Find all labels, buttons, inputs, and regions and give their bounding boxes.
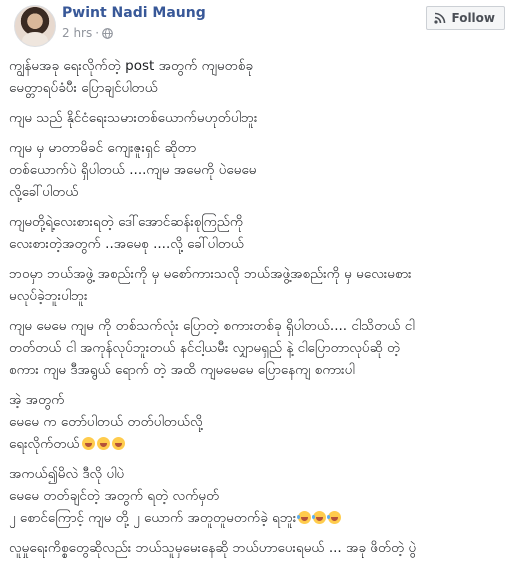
tongue-emoji-icon — [96, 437, 110, 450]
paragraph-text: ကျမ မှ မာတာမိခင် ကျေးဇူးရှင် ဆိုတာ တစ်ယေ… — [9, 140, 257, 200]
post-paragraph: လူမှုရေးကိစ္စတွေဆိုလည်း ဘယ်သူမှမေးနေဆို … — [9, 537, 507, 559]
rss-icon — [434, 12, 446, 24]
tongue-emoji-icon — [81, 437, 95, 450]
post-paragraph: အဲ့ အတွက် မေမေ က တော်ပါတယ် တတ်ပါတယ်လို့ … — [9, 389, 507, 455]
laugh-emoji-icon — [297, 511, 312, 524]
paragraph-text: ကျမတို့ရဲ့လေးစားရတဲ့ ဒေါ်အောင်ဆန်းစုကြည်… — [9, 214, 244, 252]
follow-button[interactable]: Follow — [426, 6, 505, 30]
post-paragraph: ကျမ သည် နိုင်ငံရေးသမားတစ်ယောက်မဟုတ်ပါဘူး — [9, 107, 507, 129]
globe-icon — [102, 27, 113, 39]
post-paragraph: ကျွန်မအခု ရေးလိုက်တဲ့ post အတွက် ကျမတစ်ခ… — [9, 55, 507, 99]
avatar-shoulders — [22, 32, 48, 46]
author-name[interactable]: Pwint Nadi Maung — [62, 5, 206, 21]
tongue-emoji-icon — [111, 437, 125, 450]
paragraph-text: ကျွန်မအခု ရေးလိုက်တဲ့ post အတွက် ကျမတစ်ခ… — [9, 58, 254, 96]
timestamp[interactable]: 2 hrs — [62, 26, 92, 40]
post-paragraph: ကျမတို့ရဲ့လေးစားရတဲ့ ဒေါ်အောင်ဆန်းစုကြည်… — [9, 211, 507, 255]
paragraph-text: ကျမ သည် နိုင်ငံရေးသမားတစ်ယောက်မဟုတ်ပါဘူး — [9, 110, 258, 126]
laugh-emoji-icon — [312, 511, 327, 524]
paragraph-text: လူမှုရေးကိစ္စတွေဆိုလည်း ဘယ်သူမှမေးနေဆို … — [9, 540, 417, 556]
follow-label: Follow — [451, 11, 495, 25]
paragraph-text: အကယ်၍မိလဲ ဒီလို ပါပဲ မေမေ တတ်ချင်တဲ့ အတွ… — [9, 466, 297, 526]
post-paragraph: အကယ်၍မိလဲ ဒီလို ပါပဲ မေမေ တတ်ချင်တဲ့ အတွ… — [9, 463, 507, 529]
post-body: ကျွန်မအခု ရေးလိုက်တဲ့ post အတွက် ကျမတစ်ခ… — [9, 55, 507, 567]
paragraph-text: ကျမ မေမေ ကျမ ကို တစ်သက်လုံး ပြောတဲ့ စကား… — [9, 318, 415, 378]
post-paragraph: ဘဝမှာ ဘယ်အဖွဲ့ အစည်းကို မှ မစော်ကားသလို … — [9, 263, 507, 307]
post-card: Pwint Nadi Maung 2 hrs · Follow ကျွန်မအခ… — [0, 0, 517, 556]
post-paragraph: ကျမ မေမေ ကျမ ကို တစ်သက်လုံး ပြောတဲ့ စကား… — [9, 315, 507, 381]
laugh-emoji-icon — [327, 511, 342, 524]
post-paragraph: ကျမ မှ မာတာမိခင် ကျေးဇူးရှင် ဆိုတာ တစ်ယေ… — [9, 137, 507, 203]
tongue-emoji-group — [80, 436, 125, 452]
post-meta: 2 hrs · — [62, 26, 113, 40]
avatar[interactable] — [14, 5, 56, 47]
laugh-emoji-group — [296, 510, 342, 526]
paragraph-text: ဘဝမှာ ဘယ်အဖွဲ့ အစည်းကို မှ မစော်ကားသလို … — [9, 266, 412, 304]
meta-separator: · — [95, 26, 100, 40]
